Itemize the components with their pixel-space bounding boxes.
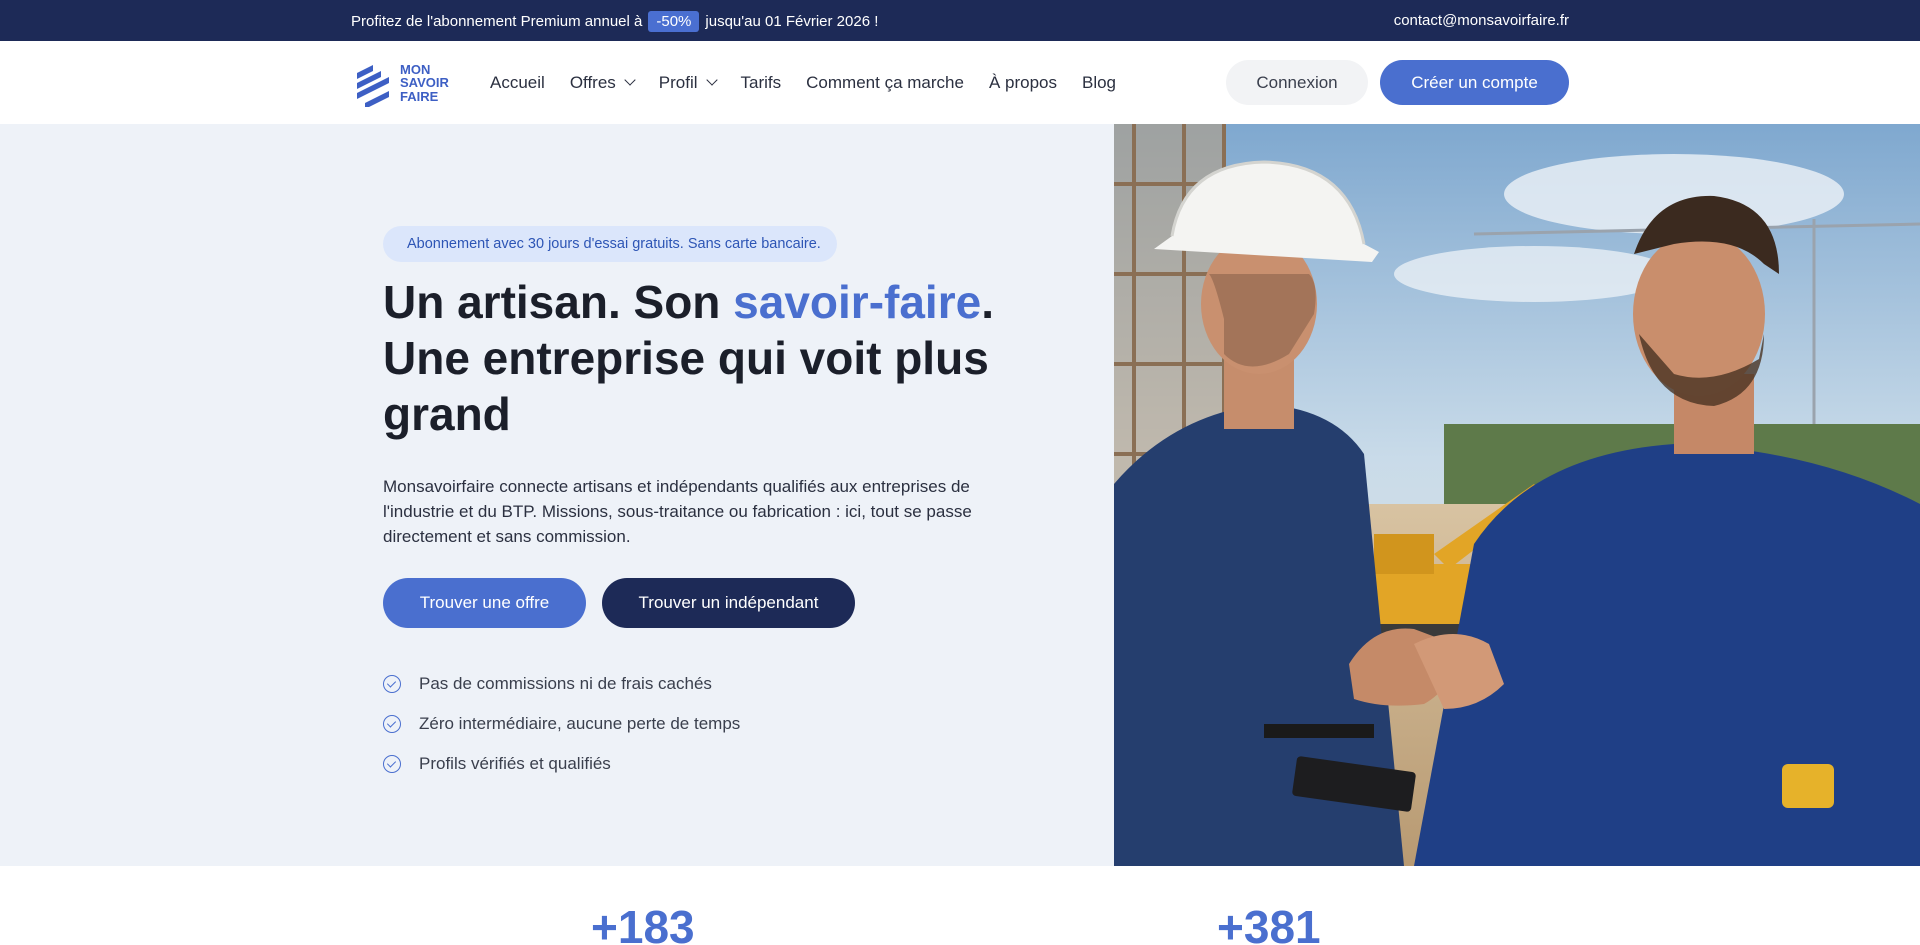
promo-prefix: Profitez de l'abonnement Premium annuel … <box>351 13 643 30</box>
nav-item-label: Profil <box>658 72 698 92</box>
nav-item-comment-ca-marche[interactable]: Comment ça marche <box>806 73 964 93</box>
contact-email-link[interactable]: contact@monsavoirfaire.fr <box>1394 12 1569 29</box>
find-freelancer-button[interactable]: Trouver un indépendant <box>602 578 855 628</box>
chevron-down-icon <box>624 74 636 86</box>
list-item: Zéro intermédiaire, aucune perte de temp… <box>383 704 740 744</box>
nav-item-a-propos[interactable]: À propos <box>989 73 1057 93</box>
nav-item-offres[interactable]: Offres <box>569 72 636 93</box>
nav-item-blog[interactable]: Blog <box>1082 73 1116 93</box>
login-button[interactable]: Connexion <box>1226 60 1368 105</box>
hero-title-accent: savoir-faire <box>733 276 982 328</box>
nav-item-label: Comment ça marche <box>806 72 964 92</box>
promo-message: Profitez de l'abonnement Premium annuel … <box>351 11 878 32</box>
benefits-list: Pas de commissions ni de frais cachés Zé… <box>383 664 740 784</box>
brand-line-1: MON <box>400 61 431 77</box>
check-circle-icon <box>383 755 401 773</box>
list-item: Profils vérifiés et qualifiés <box>383 744 740 784</box>
stat-value-second: +381 <box>1217 901 1321 945</box>
benefit-text: Zéro intermédiaire, aucune perte de temp… <box>419 714 741 733</box>
handshake-illustration <box>1114 124 1920 866</box>
chevron-down-icon <box>705 74 718 86</box>
main-nav: Accueil Offres Profil Tarifs Comment ça … <box>490 41 1141 124</box>
nav-item-label: Blog <box>1081 72 1117 92</box>
nav-item-profil[interactable]: Profil <box>658 72 718 93</box>
hero-section: Abonnement avec 30 jours d'essai gratuit… <box>0 124 1920 866</box>
nav-item-tarifs[interactable]: Tarifs <box>741 73 782 93</box>
brand-line-3: FAIRE <box>400 88 439 104</box>
benefit-text: Pas de commissions ni de frais cachés <box>419 674 712 693</box>
stat-value-first: +183 <box>591 901 695 945</box>
hero-title-part-1: Un artisan. Son <box>383 276 734 328</box>
find-offer-button[interactable]: Trouver une offre <box>383 578 586 628</box>
nav-item-label: À propos <box>988 72 1057 92</box>
hero-description: Monsavoirfaire connecte artisans et indé… <box>383 477 972 546</box>
promo-suffix: jusqu'au 01 Février 2026 ! <box>705 13 879 30</box>
check-circle-icon <box>383 675 401 693</box>
site-header: MON SAVOIR FAIRE Accueil Offres Profil T… <box>0 41 1920 124</box>
promo-bar: Profitez de l'abonnement Premium annuel … <box>0 0 1920 41</box>
promo-discount-badge: -50% <box>648 11 700 32</box>
benefit-text: Profils vérifiés et qualifiés <box>419 754 611 773</box>
signup-button[interactable]: Créer un compte <box>1380 60 1569 105</box>
nav-item-label: Offres <box>569 72 616 92</box>
list-item: Pas de commissions ni de frais cachés <box>383 664 740 704</box>
stats-section: +183 +381 <box>0 866 1920 945</box>
hero-title: Un artisan. Son savoir-faire. Une entrep… <box>383 274 1023 442</box>
hero-title-part-2: . <box>981 276 994 328</box>
nav-item-label: Accueil <box>490 72 545 92</box>
brand-wordmark: MON SAVOIR FAIRE <box>400 63 449 104</box>
check-circle-icon <box>383 715 401 733</box>
hero-photo-handshake <box>1114 124 1920 866</box>
brand-line-2: SAVOIR <box>400 75 449 91</box>
nav-item-label: Tarifs <box>740 72 782 92</box>
trial-pill: Abonnement avec 30 jours d'essai gratuit… <box>383 226 837 262</box>
brand-logo-link[interactable]: MON SAVOIR FAIRE <box>351 59 449 107</box>
hero-title-line-2: Une entreprise qui voit plus grand <box>383 332 989 440</box>
nav-item-accueil[interactable]: Accueil <box>490 73 545 93</box>
logo-icon <box>357 65 389 107</box>
